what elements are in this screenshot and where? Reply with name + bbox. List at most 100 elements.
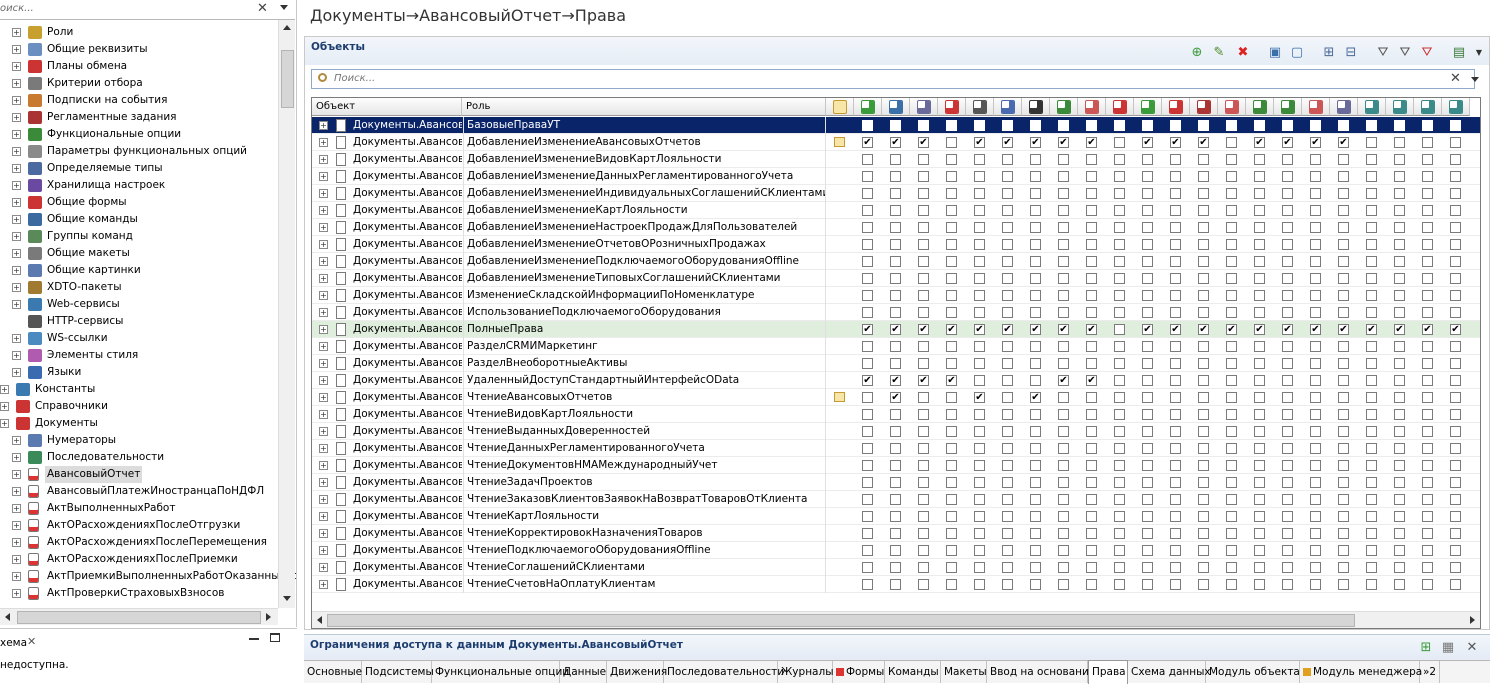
right-checkbox[interactable] [1310, 511, 1321, 522]
right-checkbox[interactable] [1002, 358, 1013, 369]
right-checkbox[interactable] [1170, 545, 1181, 556]
right-checkbox[interactable] [1170, 443, 1181, 454]
right-checkbox[interactable] [1114, 239, 1125, 250]
expand-icon[interactable]: + [12, 164, 21, 173]
right-checkbox[interactable] [862, 460, 873, 471]
right-checkbox[interactable] [1114, 120, 1125, 131]
right-checkbox[interactable] [1338, 239, 1349, 250]
right-checkbox[interactable] [1114, 409, 1125, 420]
right-checkbox[interactable] [1422, 426, 1433, 437]
right-checkbox[interactable] [1254, 562, 1265, 573]
right-checkbox[interactable] [1198, 426, 1209, 437]
expand-icon[interactable]: + [12, 283, 21, 292]
tab-10[interactable]: Ввод на основании [987, 661, 1096, 683]
tree-item[interactable]: + Нумераторы [0, 432, 278, 449]
right-checkbox[interactable] [1394, 188, 1405, 199]
right-checkbox[interactable] [1114, 545, 1125, 556]
right-checkbox[interactable] [946, 409, 957, 420]
objects-search-field[interactable]: Поиск... ✕ [311, 69, 1475, 89]
right-checkbox[interactable] [974, 545, 985, 556]
right-checkbox[interactable] [862, 205, 873, 216]
right-checkbox[interactable]: ✔ [1254, 137, 1265, 148]
right-checkbox[interactable] [1338, 188, 1349, 199]
right-checkbox[interactable] [1058, 443, 1069, 454]
right-checkbox[interactable] [1030, 443, 1041, 454]
right-checkbox[interactable] [1422, 579, 1433, 590]
expand-icon[interactable]: + [12, 470, 21, 479]
table-row[interactable]: + Документы.Авансов ДобавлениеИзменениеКар… [312, 202, 1480, 219]
right-checkbox[interactable] [1086, 188, 1097, 199]
right-checkbox[interactable] [1366, 409, 1377, 420]
right-checkbox[interactable] [918, 443, 929, 454]
table-row[interactable]: + Документы.Авансов ЧтениеДанныхРегламенти… [312, 440, 1480, 457]
right-checkbox[interactable] [1002, 460, 1013, 471]
right-checkbox[interactable] [1254, 460, 1265, 471]
expand-icon[interactable]: + [12, 113, 21, 122]
right-checkbox[interactable] [1142, 392, 1153, 403]
right-checkbox[interactable] [974, 188, 985, 199]
tab-0[interactable]: Основные [304, 661, 362, 683]
expand-icon[interactable]: + [319, 342, 328, 351]
expand-icon[interactable]: + [12, 232, 21, 241]
restriction-cell[interactable] [825, 321, 853, 338]
expand-icon[interactable]: + [319, 580, 328, 589]
tree-horizontal-scrollbar[interactable] [0, 608, 278, 625]
right-checkbox[interactable] [1002, 341, 1013, 352]
right-checkbox[interactable] [1002, 171, 1013, 182]
right-checkbox[interactable] [862, 222, 873, 233]
tree-item[interactable]: + Общие формы [0, 194, 278, 211]
right-checkbox[interactable] [1198, 528, 1209, 539]
right-checkbox[interactable] [1114, 341, 1125, 352]
right-checkbox[interactable] [1030, 188, 1041, 199]
right-checkbox[interactable] [862, 562, 873, 573]
tree-item[interactable]: + АктОРасхожденияхПослеОтгрузки [0, 517, 278, 534]
right-checkbox[interactable] [1198, 562, 1209, 573]
table-row[interactable]: + Документы.Авансов ИспользованиеПодключае… [312, 304, 1480, 321]
right-checkbox[interactable]: ✔ [1282, 324, 1293, 335]
right-checkbox[interactable] [1310, 290, 1321, 301]
column-header-right[interactable] [938, 98, 966, 116]
right-checkbox[interactable] [1114, 579, 1125, 590]
right-checkbox[interactable] [1338, 477, 1349, 488]
right-checkbox[interactable] [1058, 239, 1069, 250]
expand-icon[interactable]: + [0, 385, 9, 394]
right-checkbox[interactable] [1086, 154, 1097, 165]
right-checkbox[interactable] [1338, 494, 1349, 505]
right-checkbox[interactable] [1310, 460, 1321, 471]
tab-9[interactable]: Макеты [941, 661, 987, 683]
restriction-cell[interactable] [825, 202, 853, 219]
tree-item[interactable]: + Определяемые типы [0, 160, 278, 177]
table-row[interactable]: + Документы.Авансов РазделВнеоборотныеАкти… [312, 355, 1480, 372]
right-checkbox[interactable] [1310, 477, 1321, 488]
tree-item[interactable]: + Роли [0, 24, 278, 41]
right-checkbox[interactable] [1142, 579, 1153, 590]
right-checkbox[interactable] [1394, 477, 1405, 488]
right-checkbox[interactable] [974, 205, 985, 216]
right-checkbox[interactable] [1142, 120, 1153, 131]
tree-item[interactable]: + Документы [0, 415, 278, 432]
right-checkbox[interactable] [1338, 290, 1349, 301]
right-checkbox[interactable] [862, 426, 873, 437]
right-checkbox[interactable] [1030, 154, 1041, 165]
right-checkbox[interactable] [1226, 171, 1237, 182]
right-checkbox[interactable] [918, 120, 929, 131]
right-checkbox[interactable] [974, 239, 985, 250]
right-checkbox[interactable] [862, 358, 873, 369]
right-checkbox[interactable] [946, 273, 957, 284]
restriction-cell[interactable] [825, 304, 853, 321]
right-checkbox[interactable] [1450, 375, 1461, 386]
right-checkbox[interactable] [1002, 562, 1013, 573]
table-row[interactable]: + Документы.Авансов ЧтениеДокументовНМАМеж… [312, 457, 1480, 474]
right-checkbox[interactable] [946, 222, 957, 233]
column-header-right[interactable] [1414, 98, 1442, 116]
right-checkbox[interactable] [1142, 528, 1153, 539]
column-header-right[interactable] [1358, 98, 1386, 116]
right-checkbox[interactable] [1002, 307, 1013, 318]
right-checkbox[interactable] [890, 273, 901, 284]
table-row[interactable]: + Документы.Авансов ПолныеПрава ✔ ✔ ✔ ✔ ✔ ✔ ✔ ✔ ✔ ✔ ✔… [312, 321, 1480, 338]
column-header-right[interactable] [1078, 98, 1106, 116]
right-checkbox[interactable] [1198, 477, 1209, 488]
right-checkbox[interactable] [946, 443, 957, 454]
table-row[interactable]: + Документы.Авансов ЧтениеСчетовНаОплатуКл… [312, 576, 1480, 593]
expand-icon[interactable]: + [12, 249, 21, 258]
